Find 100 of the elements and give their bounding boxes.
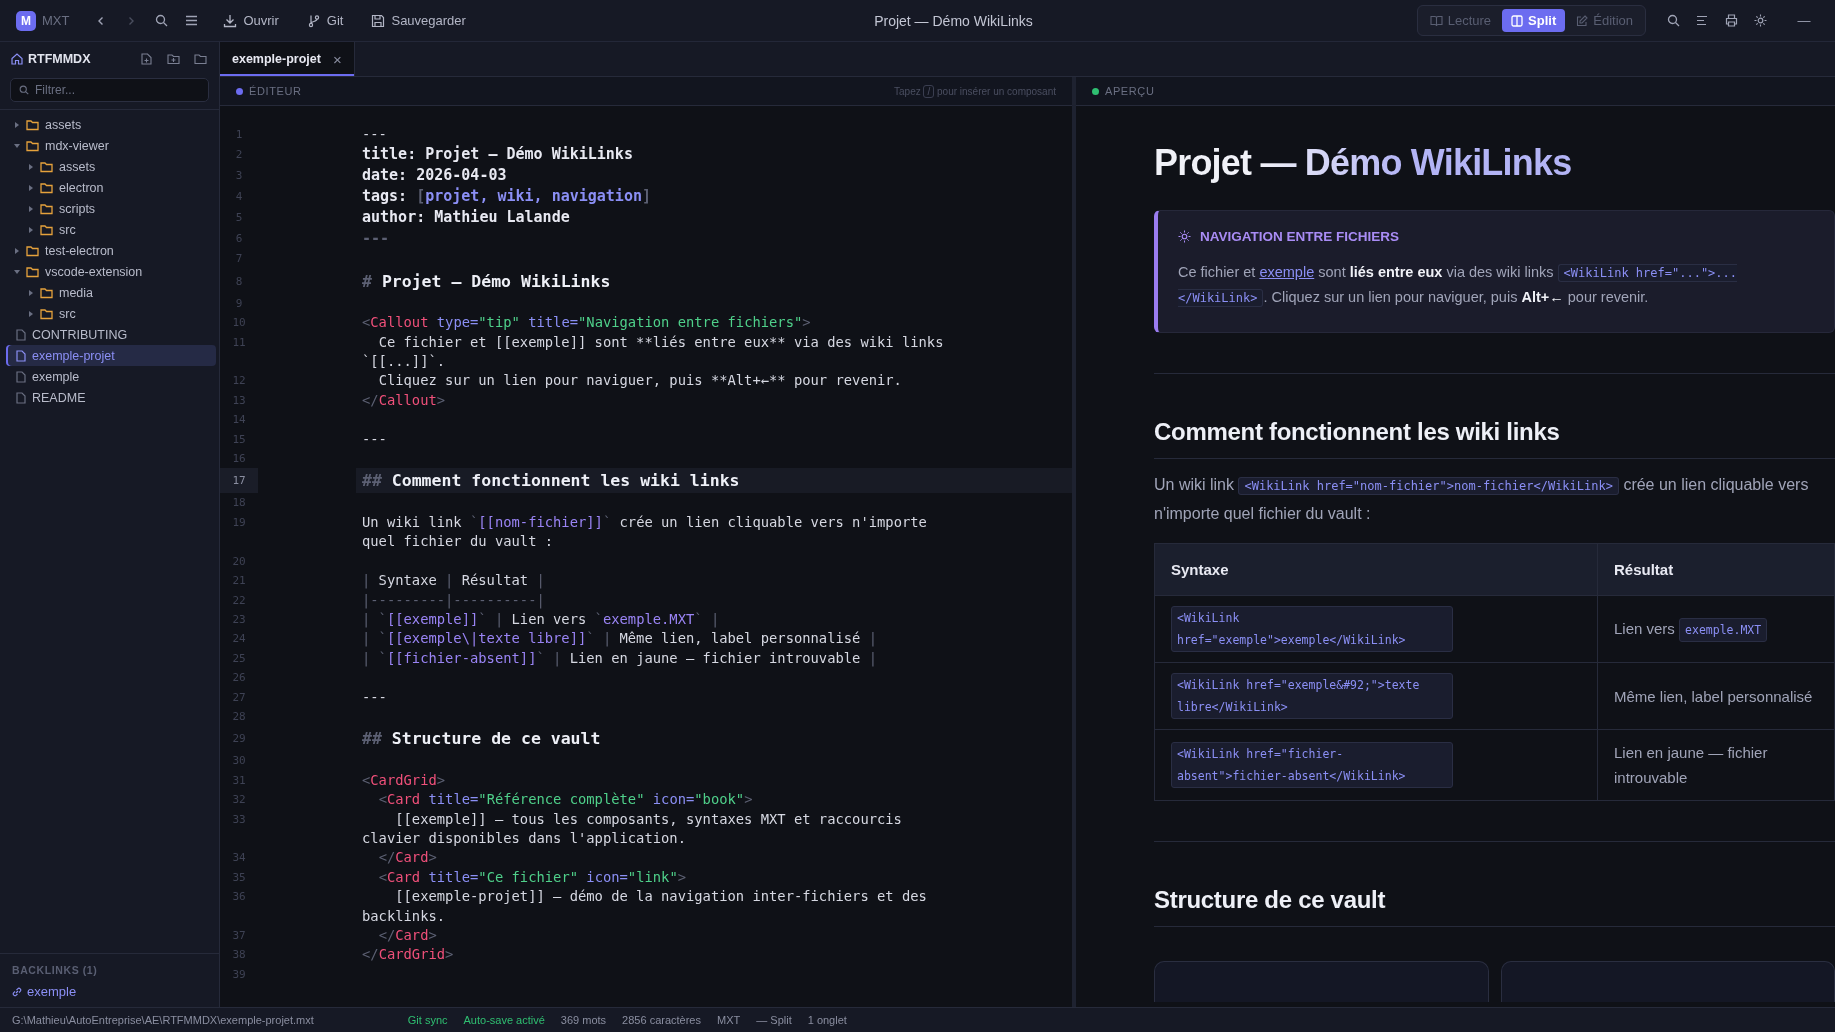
caret-icon — [28, 226, 34, 233]
line-number: 9 — [234, 295, 244, 312]
code-line: # Projet — Démo WikiLinks — [361, 270, 612, 293]
folder-item[interactable]: electron — [6, 177, 216, 198]
branch-icon — [306, 13, 321, 28]
file-item[interactable]: CONTRIBUTING — [6, 324, 216, 345]
download-icon — [223, 13, 238, 28]
link-icon — [12, 986, 22, 997]
code-line: Un wiki link `[[nom-fichier]]` crée un lien cliquable vers n'importe quel fichier du vault : — [361, 512, 928, 552]
folder-icon — [40, 181, 53, 194]
caret-icon — [28, 184, 34, 191]
folder-icon — [40, 286, 53, 299]
line-number: 23 — [231, 611, 247, 628]
caret-icon — [14, 142, 20, 149]
caret-icon — [28, 205, 34, 212]
status-item: 369 mots — [560, 1014, 607, 1026]
inline-code: <WikiLink href="exemple&#92;">texte libre</WikiLink> — [1171, 673, 1453, 719]
toolbar-button[interactable]: Ouvrir — [215, 9, 287, 32]
code-line: </Card> — [377, 848, 438, 868]
code-line: Ce fichier et [[exemple]] sont **liés entre eux** via des wiki links `[[...]]`. — [361, 332, 945, 372]
status-item: Git sync — [407, 1014, 448, 1026]
section-heading: Structure de ce vault — [1154, 886, 1835, 927]
file-item[interactable]: exemple — [6, 366, 216, 387]
caret-icon — [14, 121, 20, 128]
line-number: 4 — [234, 189, 244, 206]
code-line: </CardGrid> — [361, 945, 455, 965]
wiki-link[interactable]: exemple — [1259, 264, 1315, 280]
folder-item[interactable]: src — [6, 219, 216, 240]
folder-icon — [26, 244, 39, 257]
folder-item[interactable]: scripts — [6, 198, 216, 219]
folder-item[interactable]: media — [6, 282, 216, 303]
code-line: <Card title="Ce fichier" icon="link"> — [377, 867, 687, 887]
column-header: Résultat — [1597, 543, 1835, 596]
line-number: 29 — [231, 731, 247, 748]
line-number: 12 — [231, 373, 247, 390]
caret-icon — [14, 247, 20, 254]
folder-icon — [26, 265, 39, 278]
inline-code: <WikiLink href="exemple">exemple</WikiLink> — [1171, 606, 1453, 652]
filter-field[interactable]: Filtrer... — [10, 78, 209, 102]
file-item[interactable]: README — [6, 387, 216, 408]
line-number: 19 — [231, 514, 247, 531]
line-number: 26 — [231, 670, 247, 687]
close-icon[interactable]: × — [332, 50, 342, 68]
code-line: | Syntaxe | Résultat | — [361, 571, 546, 591]
editor-hint: Tapez / pour insérer un composant — [894, 85, 1056, 97]
file-icon — [16, 328, 26, 341]
status-item: Auto-save activé — [463, 1014, 545, 1026]
table-cell: Même lien, label personnalisé — [1597, 662, 1835, 730]
minimize-button[interactable]: — — [1787, 13, 1821, 28]
line-number: 3 — [234, 168, 244, 185]
folder-item[interactable]: mdx-viewer — [6, 135, 216, 156]
line-number: 15 — [231, 431, 247, 448]
code-line: --- — [361, 228, 391, 250]
folder-item[interactable]: test-electron — [6, 240, 216, 261]
folder-icon — [40, 160, 53, 173]
code-line: </Callout> — [361, 390, 447, 410]
code-line: --- — [361, 687, 388, 707]
code-line: | `[[exemple\|texte libre]]` | Même lien, label personnalisé | — [361, 629, 878, 649]
file-icon — [16, 349, 26, 362]
backlink[interactable]: exemple — [27, 984, 77, 999]
code-line: | `[[fichier-absent]]` | Lien en jaune — fichier introuvable | — [361, 648, 879, 669]
code-line: <CardGrid> — [361, 770, 447, 790]
line-number: 8 — [234, 273, 244, 290]
code-line: ## Structure de ce vault — [361, 728, 602, 751]
line-number: 38 — [231, 947, 247, 964]
toolbar-button[interactable]: Git — [298, 9, 352, 32]
view-mode-tab[interactable]: Split — [1502, 9, 1566, 32]
line-number: 22 — [231, 592, 247, 609]
folder-item[interactable]: src — [6, 303, 216, 324]
search-icon — [19, 85, 29, 95]
toolbar-button[interactable]: Sauvegarder — [363, 9, 474, 32]
home-icon — [11, 53, 23, 65]
status-item: MXT — [717, 1014, 741, 1026]
folder-item[interactable]: assets — [6, 114, 216, 135]
split-icon — [1511, 14, 1524, 27]
line-number: 34 — [231, 850, 247, 867]
status-item: 2856 caractères — [622, 1014, 701, 1026]
line-number: 18 — [231, 495, 247, 512]
table-cell: Lien en jaune — fichier introuvable — [1597, 729, 1835, 801]
file-icon — [16, 391, 26, 404]
pane-label: APERÇU — [1092, 85, 1155, 97]
file-icon — [16, 370, 26, 383]
code-line: | `[[exemple]]` | Lien vers `exemple.MXT` | — [361, 609, 721, 630]
line-number: 7 — [234, 251, 244, 268]
folder-item[interactable]: assets — [6, 156, 216, 177]
folder-item[interactable]: vscode-extension — [6, 261, 216, 282]
line-number: 20 — [231, 553, 247, 570]
pencil-icon — [1576, 14, 1589, 27]
callout-text: Ce fichier et exemple sont liés entre eux via des wiki links <WikiLink href="...">...</WikiLink> . Cliquez sur un lien pour naviguer, puis Alt+← pour revenir. — [1178, 263, 1738, 309]
folder-icon — [40, 202, 53, 215]
line-number: 32 — [231, 792, 247, 809]
code-line: date: 2026-04-03 — [361, 165, 508, 187]
code-line: <Callout type="tip" title="Navigation entre fichiers"> — [361, 313, 812, 333]
code-line: --- — [361, 429, 388, 449]
line-number: 27 — [231, 689, 247, 706]
book-icon — [1429, 14, 1443, 27]
file-tab[interactable]: exemple-projet × — [220, 42, 355, 76]
callout-title: NAVIGATION ENTRE FICHIERS — [1200, 229, 1399, 244]
file-item[interactable]: exemple-projet — [6, 345, 216, 366]
line-number: 1 — [234, 127, 244, 143]
